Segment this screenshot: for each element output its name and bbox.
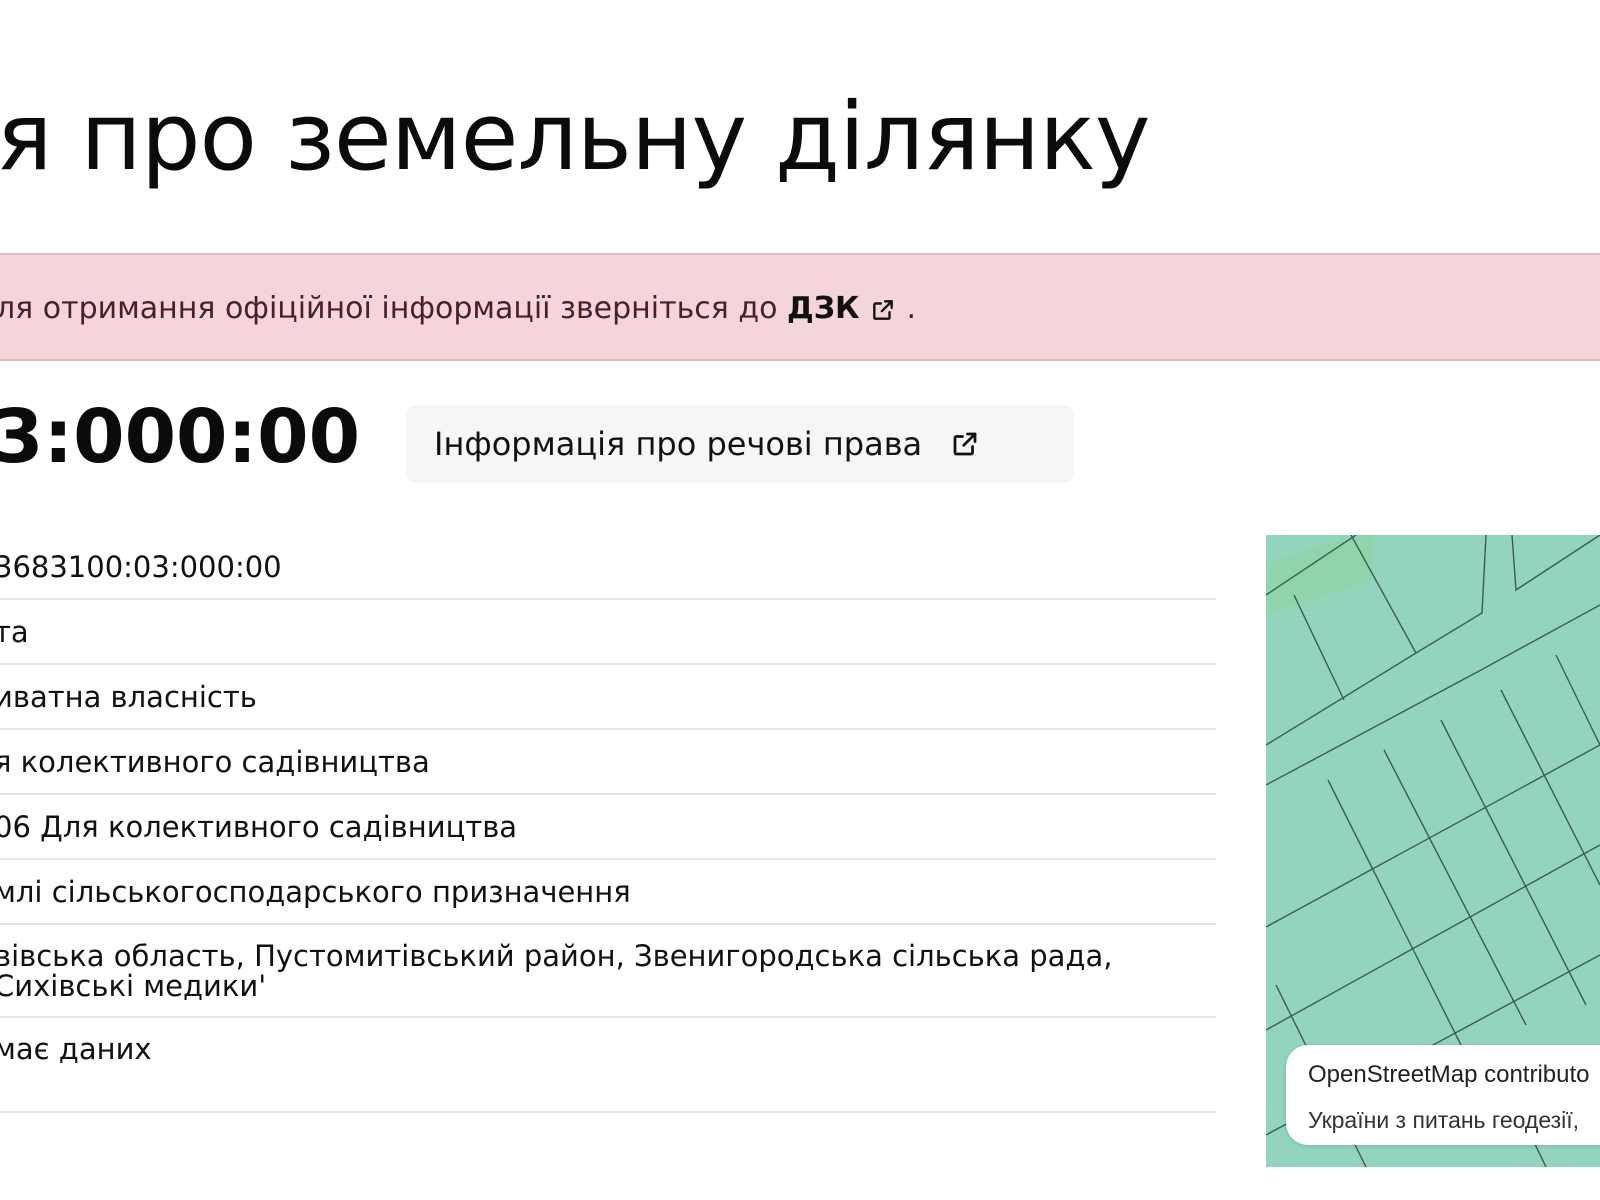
detail-value: вівська область, Пустомитівський район, … — [0, 938, 1113, 973]
page-title: я про земельну ділянку — [0, 83, 1151, 192]
alert-message: ля отримання офіційної інформації зверні… — [0, 291, 916, 326]
detail-value: має даних — [0, 1032, 152, 1066]
detail-value: та — [0, 614, 29, 649]
detail-row-land-category: млі сільськогосподарського призначення — [0, 860, 1216, 925]
dzk-link[interactable]: ДЗК — [787, 291, 906, 326]
attribution-geodesy: України з питань геодезії, — [1308, 1107, 1580, 1133]
external-link-icon — [950, 429, 980, 459]
parcel-details-list: 3683100:03:000:00 та иватна власність я … — [0, 535, 1216, 1113]
map-attribution: OpenStreetMap contributo України з питан… — [1286, 1045, 1600, 1145]
detail-row-purpose: я колективного садівництва — [0, 730, 1216, 795]
detail-row-other: має даних — [0, 1018, 1216, 1113]
detail-row-ownership: иватна власність — [0, 665, 1216, 730]
property-rights-label: Інформація про речові права — [434, 425, 923, 463]
detail-value: 3683100:03:000:00 — [0, 549, 282, 584]
alert-suffix: . — [906, 291, 916, 326]
detail-value: млі сільськогосподарського призначення — [0, 874, 631, 909]
dzk-link-label: ДЗК — [786, 291, 860, 326]
cadastral-number: 3:000:00 — [0, 394, 361, 480]
alert-text: ля отримання офіційної інформації зверні… — [0, 291, 778, 326]
detail-value: иватна власність — [0, 679, 257, 714]
official-info-alert: ля отримання офіційної інформації зверні… — [0, 253, 1600, 361]
detail-value: я колективного садівництва — [0, 744, 430, 779]
detail-value: 06 Для колективного садівництва — [0, 809, 518, 844]
detail-value-line2: Сихівські медики' — [0, 968, 267, 1003]
property-rights-button[interactable]: Інформація про речові права — [406, 405, 1074, 483]
attribution-osm: OpenStreetMap contributo — [1308, 1061, 1590, 1088]
cadastral-map[interactable]: OpenStreetMap contributo України з питан… — [1266, 535, 1600, 1167]
external-link-icon — [870, 297, 896, 323]
detail-row-address: вівська область, Пустомитівський район, … — [0, 925, 1216, 1018]
detail-row-area: та — [0, 600, 1216, 665]
detail-row-cadastral-number: 3683100:03:000:00 — [0, 535, 1216, 600]
detail-row-purpose-code: 06 Для колективного садівництва — [0, 795, 1216, 860]
